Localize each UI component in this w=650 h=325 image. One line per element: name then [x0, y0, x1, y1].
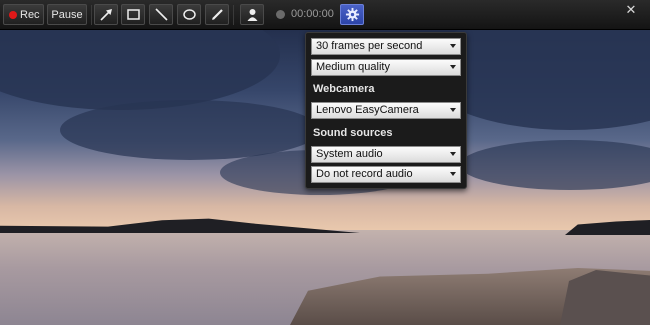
rectangle-icon: [127, 9, 140, 20]
frame-rate-value: 30 frames per second: [316, 40, 423, 52]
screen-recorder-window: Rec Pause 00:00:00 ✕ 30 frames per secon…: [0, 0, 650, 325]
webcamera-select[interactable]: Lenovo EasyCamera: [311, 102, 461, 119]
dropdown-arrow-icon: [450, 65, 456, 69]
dropdown-arrow-icon: [450, 172, 456, 176]
quality-select[interactable]: Medium quality: [311, 59, 461, 76]
rectangle-tool-button[interactable]: [121, 4, 145, 25]
rec-button[interactable]: Rec: [3, 4, 44, 25]
arrow-icon: [100, 9, 112, 21]
pen-icon: [212, 9, 223, 20]
dropdown-arrow-icon: [450, 44, 456, 48]
gear-icon: [345, 7, 360, 22]
toolbar-divider: [233, 5, 234, 25]
pause-button[interactable]: Pause: [47, 4, 87, 25]
microphone-audio-value: Do not record audio: [316, 168, 413, 180]
rec-label: Rec: [20, 9, 40, 21]
webcamera-heading: Webcamera: [313, 83, 375, 95]
record-dot-icon: [9, 11, 17, 19]
pen-tool-button[interactable]: [205, 4, 229, 25]
person-icon: [247, 9, 258, 21]
pause-label: Pause: [51, 9, 83, 21]
system-audio-value: System audio: [316, 148, 383, 160]
toolbar-divider: [91, 5, 92, 25]
recording-timer: 00:00:00: [291, 8, 334, 20]
dropdown-arrow-icon: [450, 108, 456, 112]
system-audio-select[interactable]: System audio: [311, 146, 461, 163]
microphone-audio-select[interactable]: Do not record audio: [311, 166, 461, 183]
webcam-overlay-button[interactable]: [240, 4, 264, 25]
ellipse-icon: [183, 9, 196, 20]
settings-panel: 30 frames per second Medium quality Webc…: [305, 32, 467, 189]
webcamera-value: Lenovo EasyCamera: [316, 104, 419, 116]
arrow-tool-button[interactable]: [94, 4, 118, 25]
toolbar: Rec Pause 00:00:00 ✕: [0, 0, 650, 30]
quality-value: Medium quality: [316, 61, 390, 73]
recording-status-icon: [276, 10, 285, 19]
sound-sources-heading: Sound sources: [313, 127, 393, 139]
close-button[interactable]: ✕: [624, 3, 638, 17]
line-tool-button[interactable]: [149, 4, 173, 25]
ellipse-tool-button[interactable]: [177, 4, 201, 25]
line-icon: [155, 8, 168, 21]
frame-rate-select[interactable]: 30 frames per second: [311, 38, 461, 55]
dropdown-arrow-icon: [450, 152, 456, 156]
settings-button[interactable]: [340, 4, 364, 25]
